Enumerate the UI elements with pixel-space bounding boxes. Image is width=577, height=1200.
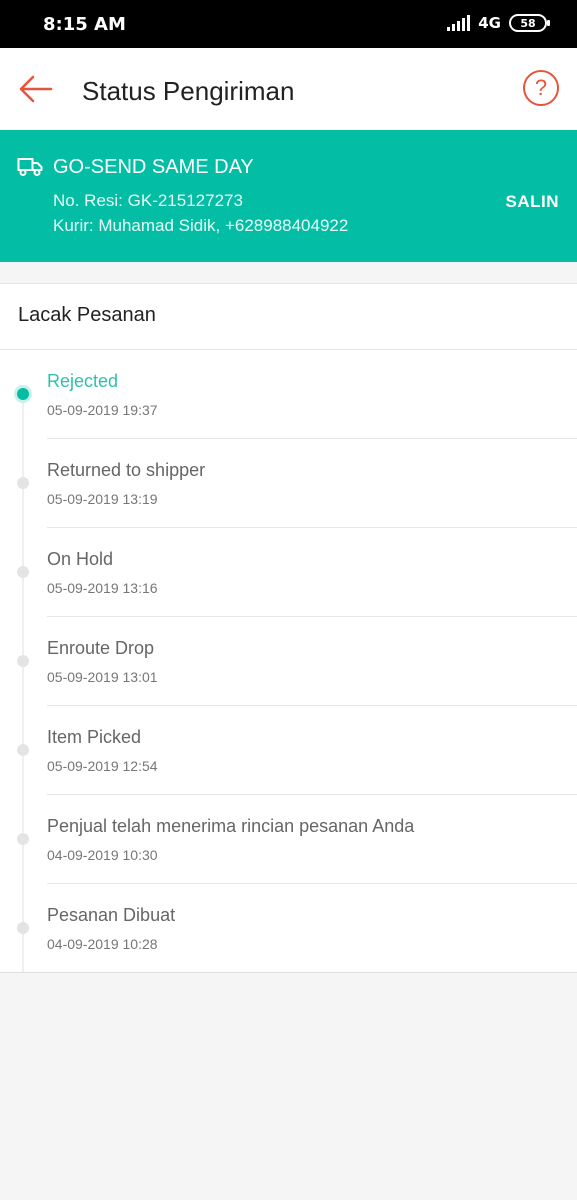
event-title: Pesanan Dibuat bbox=[47, 905, 176, 925]
status-bar: 8:15 AM 4G 58 bbox=[0, 0, 577, 48]
event-title: Enroute Drop bbox=[47, 638, 155, 658]
event-title: Rejected bbox=[47, 371, 119, 391]
battery-level: 58 bbox=[520, 16, 536, 30]
signal-icon bbox=[447, 15, 471, 31]
timeline-dot bbox=[17, 744, 29, 756]
event-time: 04-09-2019 10:28 bbox=[47, 936, 158, 952]
courier-service: GO-SEND SAME DAY bbox=[53, 156, 254, 178]
event-time: 05-09-2019 13:16 bbox=[47, 580, 158, 596]
copy-button[interactable]: SALIN bbox=[506, 192, 560, 212]
event-title: Penjual telah menerima rincian pesanan A… bbox=[47, 816, 415, 836]
battery-icon: 58 bbox=[509, 14, 550, 32]
timeline-event: Penjual telah menerima rincian pesanan A… bbox=[0, 795, 577, 884]
timeline-dot bbox=[17, 566, 29, 578]
network-type: 4G bbox=[478, 14, 501, 32]
tracking-header: Lacak Pesanan bbox=[0, 284, 577, 350]
courier-contact: Kurir: Muhamad Sidik, +628988404922 bbox=[53, 216, 349, 235]
timeline-dot-active bbox=[17, 388, 29, 400]
page-title: Status Pengiriman bbox=[82, 76, 295, 106]
back-button[interactable] bbox=[14, 70, 56, 108]
tracking-timeline: Rejected 05-09-2019 19:37 Returned to sh… bbox=[0, 350, 577, 973]
tracking-card: Lacak Pesanan Rejected 05-09-2019 19:37 … bbox=[0, 283, 577, 973]
timeline-dot bbox=[17, 655, 29, 667]
question-mark-icon: ? bbox=[534, 75, 548, 100]
event-time: 04-09-2019 10:30 bbox=[47, 847, 158, 863]
event-title: Returned to shipper bbox=[47, 460, 206, 480]
event-title: On Hold bbox=[47, 549, 114, 569]
timeline-event: Enroute Drop 05-09-2019 13:01 bbox=[0, 617, 577, 706]
arrow-left-icon bbox=[19, 75, 53, 103]
timeline-dot bbox=[17, 833, 29, 845]
timeline-event: On Hold 05-09-2019 13:16 bbox=[0, 528, 577, 617]
tracking-number: No. Resi: GK-215127273 bbox=[53, 191, 243, 210]
shipping-info-banner: GO-SEND SAME DAY No. Resi: GK-215127273 … bbox=[0, 130, 577, 262]
timeline-event: Pesanan Dibuat 04-09-2019 10:28 bbox=[0, 884, 577, 973]
timeline-event: Item Picked 05-09-2019 12:54 bbox=[0, 706, 577, 795]
app-bar: Status Pengiriman ? bbox=[0, 48, 577, 130]
truck-icon bbox=[17, 158, 43, 176]
event-title: Item Picked bbox=[47, 727, 142, 747]
timeline-event: Rejected 05-09-2019 19:37 bbox=[0, 350, 577, 439]
timeline-dot bbox=[17, 477, 29, 489]
event-time: 05-09-2019 13:19 bbox=[47, 491, 158, 507]
timeline-event: Returned to shipper 05-09-2019 13:19 bbox=[0, 439, 577, 528]
event-time: 05-09-2019 12:54 bbox=[47, 758, 158, 774]
status-icons: 4G 58 bbox=[447, 14, 550, 32]
timeline-dot bbox=[17, 922, 29, 934]
help-button[interactable]: ? bbox=[523, 70, 559, 106]
clock: 8:15 AM bbox=[43, 14, 126, 35]
event-time: 05-09-2019 19:37 bbox=[47, 402, 158, 418]
event-time: 05-09-2019 13:01 bbox=[47, 669, 158, 685]
